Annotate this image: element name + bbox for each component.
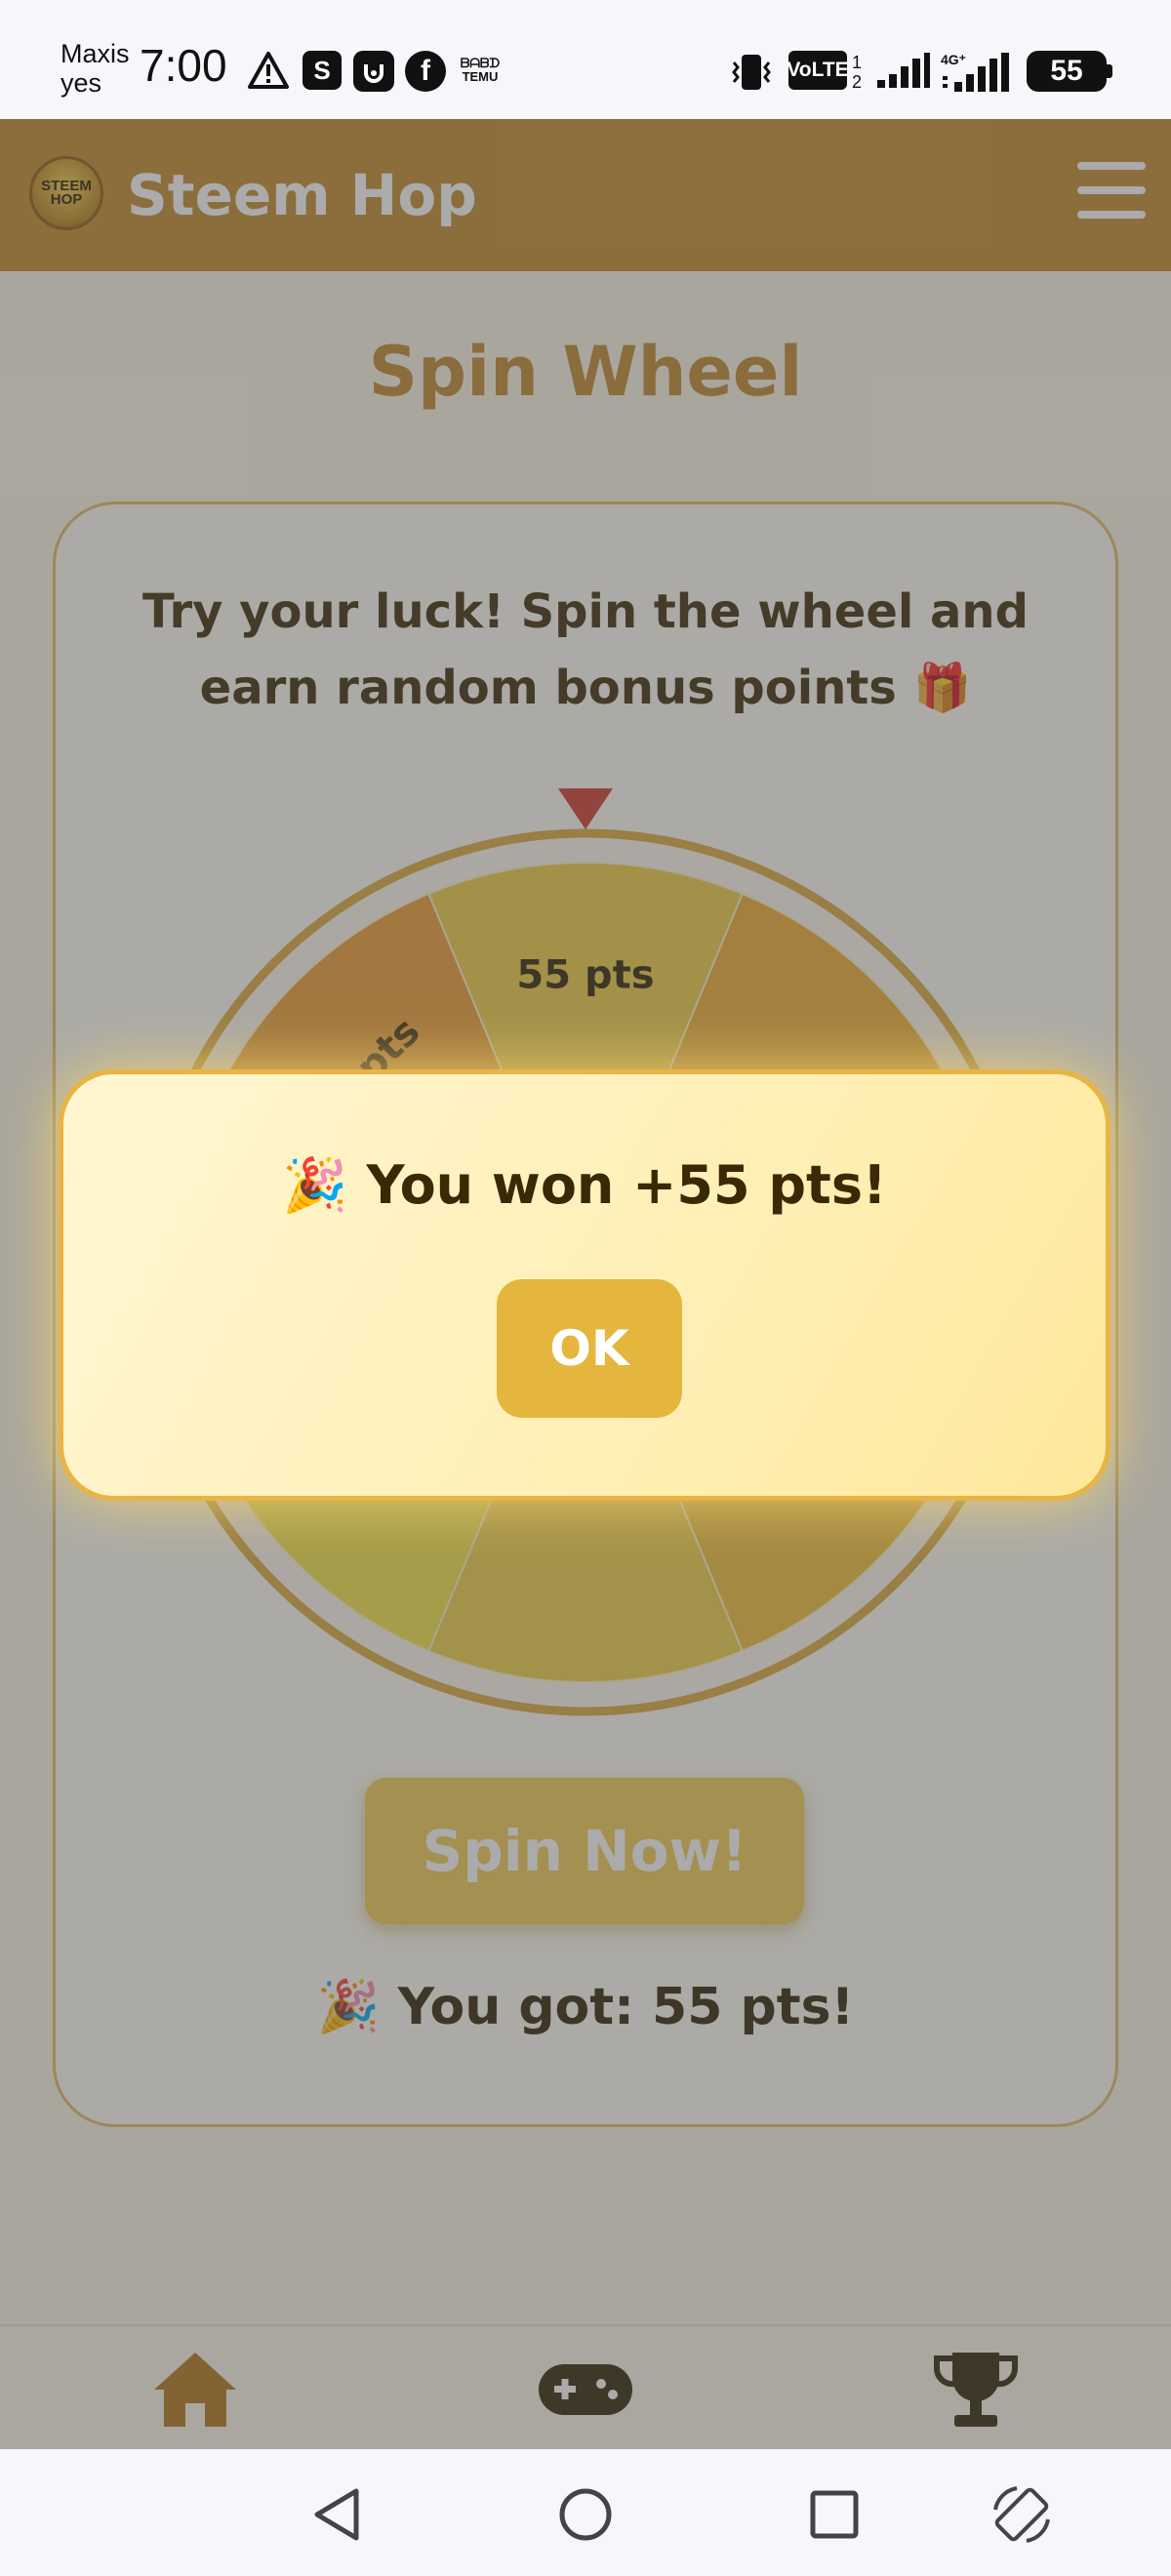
sim2-label: 2 [851, 72, 862, 92]
volte-icon: VoLTE [787, 51, 849, 90]
recents-icon [810, 2490, 859, 2539]
carrier-line2: yes [61, 68, 102, 98]
temu-icon: ᗷᗩᗷᗪ TEMU [457, 51, 504, 90]
facebook-icon: f [405, 51, 446, 92]
temu-line1: ᗷᗩᗷᗪ [460, 56, 501, 70]
rotate-icon [993, 2486, 1050, 2543]
signal-icon [875, 51, 932, 90]
battery-icon: 55 [1027, 51, 1107, 92]
shopee-icon: S [303, 51, 342, 90]
vibrate-icon [724, 51, 779, 94]
system-nav-bar [0, 2449, 1171, 2576]
home-button[interactable] [549, 2478, 622, 2551]
4g-signal-icon: 4G⁺ [941, 51, 1011, 94]
sim-number: 1 2 [849, 51, 865, 94]
back-button[interactable] [301, 2478, 373, 2551]
rotate-button[interactable] [986, 2478, 1058, 2551]
warning-icon [247, 51, 290, 90]
win-dialog: 🎉 You won +55 pts! OK [59, 1069, 1110, 1501]
back-icon [314, 2488, 359, 2541]
appu-icon [353, 51, 394, 92]
ok-button[interactable]: OK [497, 1279, 682, 1418]
battery-tip [1107, 64, 1112, 78]
temu-line2: TEMU [462, 69, 499, 84]
win-message: 🎉 You won +55 pts! [282, 1154, 887, 1216]
carrier-line1: Maxis [61, 39, 130, 68]
home-circle-icon [559, 2488, 612, 2541]
carrier-label: Maxis yes [61, 39, 130, 98]
status-bar: Maxis yes 7:00 S f ᗷᗩᗷᗪ TEMU VoLTE 1 2 4… [0, 0, 1171, 119]
sim1-label: 1 [851, 53, 862, 72]
screen: Maxis yes 7:00 S f ᗷᗩᗷᗪ TEMU VoLTE 1 2 4… [0, 0, 1171, 2576]
recents-button[interactable] [798, 2478, 870, 2551]
network-label: 4G⁺ [941, 52, 966, 67]
clock: 7:00 [140, 40, 227, 91]
